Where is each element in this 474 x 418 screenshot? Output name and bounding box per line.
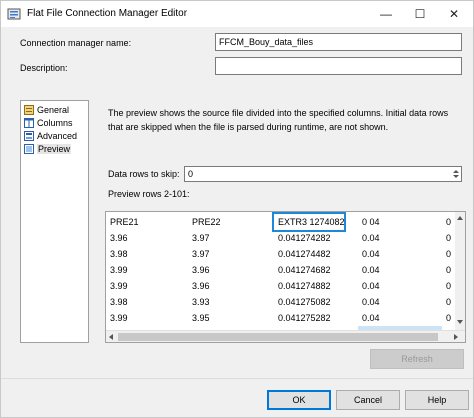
grid-cell: 0.041275082 (278, 297, 331, 307)
grid-cell: 0.04 (362, 265, 380, 275)
dialog-window: Flat File Connection Manager Editor — ☐ … (0, 0, 474, 418)
grid-cell: 0.041274482 (278, 249, 331, 259)
minimize-icon: — (380, 7, 392, 21)
preview-icon (24, 144, 34, 154)
grid-cell: 0.04 (362, 313, 380, 323)
close-icon: ✕ (448, 7, 460, 21)
table-row[interactable]: 3.98 3.97 0.041274482 0.04 0 (106, 246, 456, 262)
nav-item-columns[interactable]: Columns (24, 117, 73, 129)
connection-name-label: Connection manager name: (20, 38, 132, 48)
grid-cell: 3.99 (110, 265, 128, 275)
ok-button[interactable]: OK (267, 390, 331, 410)
maximize-button[interactable]: ☐ (403, 1, 437, 27)
description-input[interactable] (215, 57, 462, 75)
nav-label-advanced: Advanced (37, 131, 78, 141)
table-row[interactable]: 3.99 3.95 0.041275282 0.04 0 (106, 310, 456, 326)
grid-cell: 0.041275282 (278, 313, 331, 323)
grid-cell: 0.04 (362, 281, 380, 291)
grid-cell: 0 (446, 249, 452, 259)
rows-to-skip-label: Data rows to skip: (108, 169, 180, 179)
horizontal-scrollbar[interactable] (106, 330, 465, 342)
minimize-button[interactable]: — (369, 1, 403, 27)
vertical-scrollbar[interactable] (455, 212, 465, 330)
table-row[interactable]: 3.99 3.96 0.041274882 0.04 0 (106, 278, 456, 294)
grid-cell: 3.96 (192, 265, 210, 275)
close-button[interactable]: ✕ (437, 1, 471, 27)
nav-label-preview: Preview (37, 144, 72, 154)
grid-cell: 3.99 (110, 313, 128, 323)
window-title: Flat File Connection Manager Editor (27, 8, 188, 19)
grid-cell: 3.97 (192, 233, 210, 243)
cancel-button[interactable]: Cancel (336, 390, 400, 410)
rows-to-skip-value: 0 (188, 169, 194, 179)
grid-cell: 0.04 (362, 297, 380, 307)
nav-item-advanced[interactable]: Advanced (24, 130, 77, 142)
grid-cell: 0.041274882 (278, 281, 331, 291)
app-icon (7, 7, 21, 21)
nav-panel: General Columns Advanced Preview (20, 100, 89, 343)
grid-cell: 3.99 (110, 281, 128, 291)
horizontal-scroll-thumb[interactable] (118, 333, 438, 341)
grid-cell: 3.97 (192, 249, 210, 259)
grid-cell: 3.96 (192, 281, 210, 291)
connection-name-input[interactable]: FFCM_Bouy_data_files (215, 33, 462, 51)
footer-divider (1, 378, 473, 379)
help-button[interactable]: Help (405, 390, 469, 410)
grid-cell: 0.041274282 (278, 233, 331, 243)
nav-item-preview[interactable]: Preview (24, 143, 72, 155)
preview-info-text: The preview shows the source file divide… (108, 108, 449, 132)
grid-header-cell[interactable]: PRE22 (188, 214, 272, 230)
grid-cell: 0 (446, 313, 452, 323)
nav-label-columns: Columns (37, 118, 73, 128)
grid-cell: 3.98 (110, 249, 128, 259)
spinner-arrows-icon[interactable] (451, 167, 461, 181)
advanced-icon (24, 131, 34, 141)
grid-cell: 3.98 (110, 297, 128, 307)
table-row[interactable]: 3.98 3.93 0.041275082 0.04 0 (106, 294, 456, 310)
general-icon (24, 105, 34, 115)
table-row[interactable]: 3.96 3.97 0.041274282 0.04 0 (106, 230, 456, 246)
grid-cell: 0 (446, 233, 452, 243)
grid-cell: 3.93 (192, 297, 210, 307)
rows-to-skip-input[interactable]: 0 (184, 166, 462, 182)
preview-rows-label: Preview rows 2-101: (108, 189, 190, 199)
title-bar: Flat File Connection Manager Editor — ☐ … (1, 1, 473, 27)
grid-header-cell[interactable]: 0 (442, 214, 456, 230)
description-label: Description: (20, 63, 68, 73)
highlighted-header-box (272, 212, 346, 232)
grid-cell: 0.04 (362, 233, 380, 243)
maximize-icon: ☐ (414, 7, 426, 21)
grid-cell: 0.041274682 (278, 265, 331, 275)
grid-header-cell[interactable]: PRE21 (106, 214, 188, 230)
grid-cell: 3.95 (192, 313, 210, 323)
preview-grid[interactable]: PRE21 PRE22 EXTR3 1274082 0 04 0 3.96 3.… (105, 211, 466, 343)
grid-cell: 0 (446, 297, 452, 307)
table-row[interactable]: 3.99 3.96 0.041274682 0.04 0 (106, 262, 456, 278)
grid-header-cell[interactable]: 0 04 (358, 214, 442, 230)
nav-item-general[interactable]: General (24, 104, 69, 116)
refresh-button[interactable]: Refresh (370, 349, 464, 369)
grid-cell: 0 (446, 265, 452, 275)
grid-cell: 0.04 (362, 249, 380, 259)
grid-cell: 0 (446, 281, 452, 291)
columns-icon (24, 118, 34, 128)
nav-label-general: General (37, 105, 70, 115)
grid-cell: 3.96 (110, 233, 128, 243)
